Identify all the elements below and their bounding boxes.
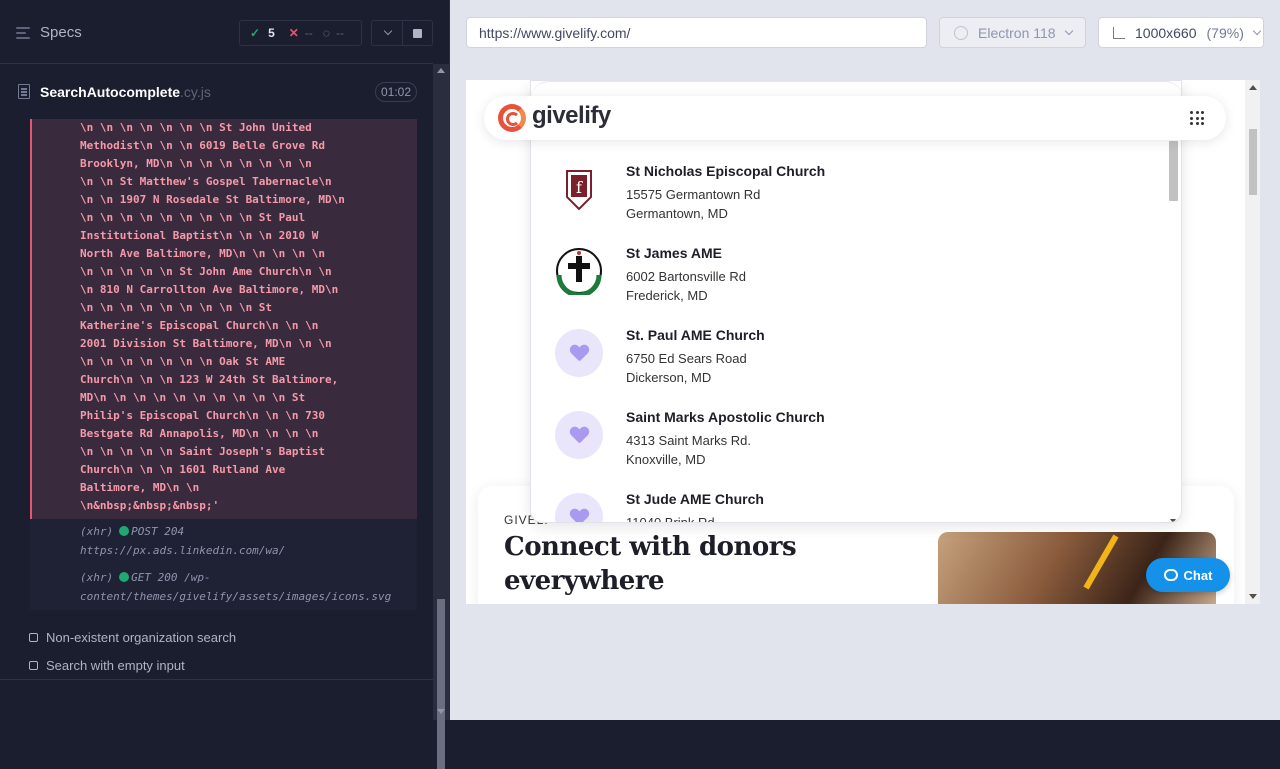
viewport-size: 1000x660 [1135, 24, 1197, 41]
site-header: givelify [484, 96, 1226, 140]
result-address: 15575 Germantown Rd [626, 187, 761, 202]
dropdown-scrollbar[interactable] [1169, 141, 1178, 522]
stop-button[interactable] [402, 20, 433, 46]
expand-button[interactable] [371, 20, 403, 46]
spec-name: SearchAutocomplete [40, 84, 181, 100]
placeholder-heart-icon [555, 411, 603, 459]
specs-bar: Specs ✓ 5 ✕ -- ◌ -- [0, 0, 433, 64]
test-status-icon [29, 633, 38, 642]
church-seal-icon [556, 248, 602, 295]
search-results-dropdown: f St Nicholas Episcopal Church 15575 Ger… [530, 80, 1182, 523]
aut-panel: https://www.givelify.com/ Electron 118 1… [450, 0, 1280, 720]
scroll-down-arrow-icon[interactable] [1249, 594, 1257, 599]
xhr-log-entry[interactable]: (xhr) GET 200 /wp- [80, 569, 211, 587]
result-city: Dickerson, MD [626, 370, 712, 385]
app-frame: f St Nicholas Episcopal Church 15575 Ger… [466, 80, 1260, 604]
document-icon [18, 84, 30, 99]
placeholder-heart-icon [555, 329, 603, 377]
result-city: Germantown, MD [626, 206, 728, 221]
chevron-down-icon [1064, 26, 1073, 35]
search-result-item[interactable]: f St Nicholas Episcopal Church 15575 Ger… [531, 161, 1161, 243]
scroll-up-arrow-icon[interactable] [437, 68, 445, 73]
search-result-item[interactable]: St. Paul AME Church 6750 Ed Sears Road D… [531, 325, 1161, 407]
chevron-down-icon [1252, 26, 1262, 35]
xhr-log-entry[interactable]: (xhr) POST 204 [80, 523, 184, 541]
viewport-selector[interactable]: 1000x660 (79%) [1098, 17, 1264, 48]
test-title: Non-existent organization search [46, 630, 237, 645]
status-dot-icon [119, 526, 130, 536]
search-result-item[interactable]: St Jude AME Church 11040 Brink Rd [531, 489, 1161, 523]
search-result-item[interactable]: St James AME 6002 Bartonsville Rd Freder… [531, 243, 1161, 325]
xhr-status: POST 204 [131, 525, 185, 538]
browser-name: Electron 118 [978, 24, 1056, 41]
passed-check-icon: ✓ [250, 26, 261, 40]
xhr-url: https://px.ads.linkedin.com/wa/ [80, 544, 286, 557]
browser-selector[interactable]: Electron 118 [939, 17, 1086, 48]
placeholder-heart-icon [555, 493, 603, 522]
pending-spinner-icon: ◌ [322, 26, 330, 40]
specs-list-icon [16, 26, 32, 40]
apps-grid-icon[interactable] [1190, 111, 1204, 125]
result-address: 4313 Saint Marks Rd. [626, 433, 752, 448]
card-title-line: Connect with donors [504, 532, 797, 562]
scrollbar-thumb[interactable] [437, 599, 445, 769]
status-dot-icon [119, 572, 130, 582]
result-address: 6750 Ed Sears Road [626, 351, 747, 366]
search-result-item[interactable]: Saint Marks Apostolic Church 4313 Saint … [531, 407, 1161, 489]
result-name: St James AME [626, 245, 722, 261]
xhr-tag: (xhr) [80, 571, 114, 584]
specs-label: Specs [40, 24, 82, 41]
specs-toggle[interactable]: Specs [16, 24, 82, 41]
chevron-down-icon [383, 26, 392, 36]
test-title: Search with empty input [46, 658, 185, 673]
xhr-url: content/themes/givelify/assets/images/ic… [80, 590, 392, 603]
xhr-tag: (xhr) [80, 525, 114, 538]
runner-panel: Specs ✓ 5 ✕ -- ◌ -- SearchAutocomplete.c… [0, 0, 450, 769]
spec-ext: .cy.js [180, 84, 211, 100]
failed-x-icon: ✕ [288, 26, 299, 40]
failed-count: -- [304, 26, 313, 40]
spec-filename: SearchAutocomplete.cy.js [40, 84, 211, 100]
card-title: Connect with donors everywhere [504, 530, 797, 598]
result-name: Saint Marks Apostolic Church [626, 409, 825, 425]
spec-header[interactable]: SearchAutocomplete.cy.js 01:02 [0, 76, 433, 108]
result-city: Frederick, MD [626, 288, 708, 303]
scrollbar-thumb[interactable] [1249, 129, 1257, 195]
chat-button[interactable]: Chat [1146, 558, 1230, 592]
scroll-up-arrow-icon[interactable] [1249, 85, 1257, 90]
passed-count: 5 [268, 26, 275, 40]
error-message-text: \n \n \n \n \n \n \n St John United Meth… [80, 121, 345, 512]
scroll-down-arrow-icon[interactable] [437, 709, 445, 714]
viewport-zoom: (79%) [1206, 24, 1244, 41]
xhr-status: GET 200 /wp- [131, 571, 211, 584]
stop-icon [413, 28, 422, 38]
test-item[interactable]: Search with empty input [29, 658, 185, 673]
page-scrollbar[interactable] [1245, 80, 1260, 604]
test-item[interactable]: Non-existent organization search [29, 630, 236, 645]
church-logo-icon: f [566, 170, 592, 211]
result-address: 6002 Bartonsville Rd [626, 269, 746, 284]
scrollbar-thumb[interactable] [1169, 141, 1178, 201]
pending-count: -- [335, 26, 344, 40]
result-name: St. Paul AME Church [626, 327, 765, 343]
card-title-line: everywhere [504, 566, 665, 596]
result-name: St Nicholas Episcopal Church [626, 163, 826, 179]
error-message-block: \n \n \n \n \n \n \n St John United Meth… [30, 119, 417, 519]
result-address: 11040 Brink Rd [626, 515, 715, 523]
electron-icon [954, 25, 968, 40]
givelify-logo-icon[interactable] [498, 104, 526, 132]
divider [0, 679, 433, 680]
site-logo-text[interactable]: givelify [532, 102, 611, 130]
chat-label: Chat [1183, 567, 1213, 583]
chat-bubble-icon [1163, 569, 1178, 581]
ruler-icon [1113, 26, 1125, 39]
command-log: (xhr) POST 204 https://px.ads.linkedin.co… [30, 519, 417, 610]
result-city: Knoxville, MD [626, 452, 706, 467]
result-name: St Jude AME Church [626, 491, 764, 507]
spec-duration: 01:02 [375, 82, 417, 102]
test-stats: ✓ 5 ✕ -- ◌ -- [239, 20, 362, 46]
url-bar[interactable]: https://www.givelify.com/ [466, 17, 927, 48]
test-status-icon [29, 661, 38, 670]
runner-scrollbar[interactable] [433, 64, 449, 769]
